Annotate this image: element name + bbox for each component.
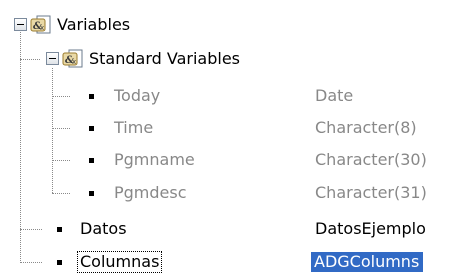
variable-type-selected[interactable]: ADGColumns (311, 252, 424, 272)
variable-name: Time (114, 118, 154, 137)
tree-connector (20, 262, 42, 263)
bullet-icon (89, 191, 94, 196)
variable-type: Character(8) (315, 118, 417, 137)
tree-node-standard-variables[interactable]: Standard Variables (89, 49, 240, 69)
variable-type: Character(30) (315, 150, 427, 169)
tree-connector (20, 59, 40, 60)
tree-connector (52, 193, 70, 194)
variables-tree[interactable]: & x Variables & x Standard Variables Tod… (0, 0, 456, 273)
tree-connector (52, 160, 70, 161)
collapse-toggle-standard-variables[interactable] (46, 52, 59, 65)
bullet-icon (89, 126, 94, 131)
tree-connector (52, 96, 70, 97)
variable-name: Columnas (76, 251, 163, 273)
bullet-icon (89, 158, 94, 163)
variable-name: Pgmname (114, 150, 195, 169)
tree-connector (52, 128, 70, 129)
tree-connector (20, 26, 21, 261)
tree-connector (20, 229, 42, 230)
variable-type: DatosEjemplo (315, 219, 426, 238)
svg-text:x: x (40, 24, 44, 32)
tree-connector (52, 68, 53, 193)
variable-name: Today (114, 86, 161, 105)
bullet-icon (57, 227, 62, 232)
tree-node-variables[interactable]: Variables (57, 15, 130, 35)
variable-name: Datos (80, 219, 127, 238)
variable-group-icon: & x (62, 49, 83, 68)
variable-type: Date (315, 86, 354, 105)
variable-type: Character(31) (315, 183, 427, 202)
bullet-icon (57, 260, 62, 265)
bullet-icon (89, 94, 94, 99)
variable-name: Pgmdesc (114, 183, 187, 202)
collapse-toggle-variables[interactable] (14, 18, 27, 31)
svg-text:x: x (72, 58, 76, 66)
variable-group-icon: & x (30, 15, 51, 34)
